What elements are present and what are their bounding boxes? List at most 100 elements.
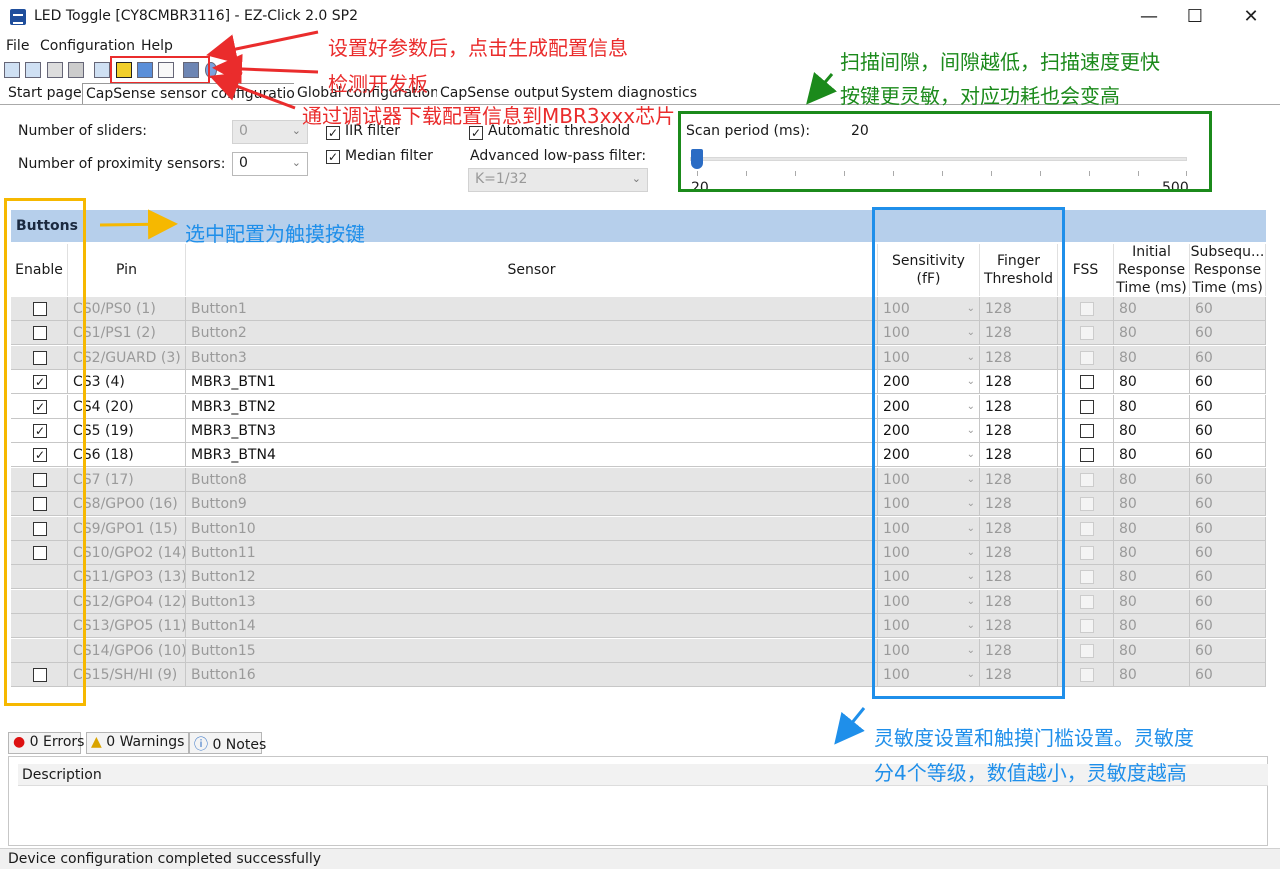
sensor-name-cell[interactable]: MBR3_BTN1 [186,370,878,395]
col-subsequent-response: Subsequ... Response Time (ms) [1190,244,1266,296]
close-button[interactable]: ✕ [1228,0,1274,34]
fss-checkbox[interactable] [1080,350,1094,365]
proximity-value: 0 [239,155,248,171]
initial-response-cell: 80 [1114,419,1190,443]
fss-cell [1058,663,1114,687]
lowpass-label: Advanced low-pass filter: [470,148,647,164]
scan-period-highlight-box [678,111,1212,192]
fss-checkbox[interactable] [1080,448,1094,463]
subsequent-response-cell: 60 [1190,589,1266,614]
fss-checkbox[interactable] [1080,399,1094,414]
sensor-name-cell[interactable]: MBR3_BTN4 [186,443,878,468]
median-filter-checkbox[interactable]: ✓ [326,150,340,164]
fss-cell [1058,321,1114,346]
fss-checkbox[interactable] [1080,643,1094,658]
table-row: ✓ CS4 (20) MBR3_BTN2 200 ⌄ 128 80 60 [11,394,1266,419]
fss-cell [1058,565,1114,590]
initial-response-cell: 80 [1114,394,1190,419]
fss-checkbox[interactable] [1080,668,1094,682]
tab-start-page[interactable]: Start page [5,83,85,105]
fss-checkbox[interactable] [1080,326,1094,341]
fss-cell [1058,370,1114,395]
sensor-name-cell: Button11 [186,541,878,565]
errors-count: 0 Errors [29,734,85,750]
notes-count: 0 Notes [212,737,267,753]
initial-response-cell: 80 [1114,516,1190,541]
initial-response-cell: 80 [1114,614,1190,639]
sensor-name-cell: Button16 [186,663,878,687]
arrow-scan [806,71,837,105]
status-bar: Device configuration completed successfu… [0,848,1280,869]
table-row: ✓ CS6 (18) MBR3_BTN4 200 ⌄ 128 80 60 [11,443,1266,468]
title-bar: LED Toggle [CY8CMBR3116] - EZ-Click 2.0 … [0,0,1280,34]
arrow-sensitivity [834,707,866,745]
subsequent-response-cell: 60 [1190,516,1266,541]
sensor-name-cell: Button15 [186,638,878,663]
warning-icon: ▲ [91,734,102,750]
arrow-detect [212,53,319,84]
proximity-label: Number of proximity sensors: [18,156,226,172]
median-filter-label: Median filter [345,148,433,164]
new-project-icon[interactable] [4,62,20,78]
menu-file[interactable]: File [6,38,29,54]
save-icon[interactable] [47,62,63,78]
sliders-label: Number of sliders: [18,123,147,139]
export-icon[interactable] [94,62,110,78]
initial-response-cell: 80 [1114,370,1190,395]
table-row: CS0/PS0 (1) Button1 100 ⌄ 128 80 60 [11,297,1266,321]
lowpass-select[interactable]: K=1/32 ⌄ [468,168,648,192]
subsequent-response-cell: 60 [1190,492,1266,517]
subsequent-response-cell: 60 [1190,345,1266,370]
warnings-tab[interactable]: ▲ 0 Warnings [86,732,189,754]
fss-cell [1058,541,1114,565]
chevron-down-icon: ⌄ [291,156,301,169]
initial-response-cell: 80 [1114,467,1190,492]
fss-checkbox[interactable] [1080,424,1094,438]
fss-checkbox[interactable] [1080,619,1094,634]
sensor-name-cell: Button2 [186,321,878,346]
proximity-select[interactable]: 0 ⌄ [232,152,308,176]
subsequent-response-cell: 60 [1190,614,1266,639]
annotation-scan-gap-line1: 扫描间隙，间隙越低，扫描速度更快 [840,50,1160,74]
window-title: LED Toggle [CY8CMBR3116] - EZ-Click 2.0 … [34,8,359,24]
fss-checkbox[interactable] [1080,594,1094,609]
fss-cell [1058,516,1114,541]
sensor-name-cell[interactable]: MBR3_BTN2 [186,394,878,419]
minimize-button[interactable]: — [1126,0,1172,34]
initial-response-cell: 80 [1114,565,1190,590]
fss-cell [1058,345,1114,370]
menu-configuration[interactable]: Configuration [40,38,135,54]
notes-tab[interactable]: ⓘ 0 Notes [189,732,266,754]
sliders-select[interactable]: 0 ⌄ [232,120,308,144]
info-icon: ⓘ [194,737,208,753]
maximize-button[interactable]: ☐ [1172,0,1218,34]
col-initial-response: Initial Response Time (ms) [1114,244,1190,296]
menu-help[interactable]: Help [141,38,173,54]
fss-checkbox[interactable] [1080,472,1094,487]
annotation-generate-config: 设置好参数后，点击生成配置信息 [328,36,628,60]
table-row: CS7 (17) Button8 100 ⌄ 128 80 60 [11,467,1266,492]
fss-cell [1058,419,1114,443]
subsequent-response-cell: 60 [1190,297,1266,321]
tab-capsense-sensor-configuration[interactable]: CapSense sensor configuration [82,83,308,105]
table-row: CS9/GPO1 (15) Button10 100 ⌄ 128 80 60 [11,516,1266,541]
subsequent-response-cell: 60 [1190,467,1266,492]
print-icon[interactable] [68,62,84,78]
initial-response-cell: 80 [1114,492,1190,517]
toolbar-highlight-box [110,56,210,84]
table-row: CS1/PS1 (2) Button2 100 ⌄ 128 80 60 [11,321,1266,346]
sensor-name-cell[interactable]: MBR3_BTN3 [186,419,878,443]
initial-response-cell: 80 [1114,345,1190,370]
fss-checkbox[interactable] [1080,302,1094,316]
errors-tab[interactable]: ● 0 Errors [8,732,84,754]
sensitivity-highlight-box [872,207,1065,699]
fss-checkbox[interactable] [1080,375,1094,390]
fss-checkbox[interactable] [1080,546,1094,560]
open-project-icon[interactable] [25,62,41,78]
fss-checkbox[interactable] [1080,521,1094,536]
sensor-name-cell: Button14 [186,614,878,639]
sensor-name-cell: Button9 [186,492,878,517]
fss-checkbox[interactable] [1080,497,1094,512]
fss-checkbox[interactable] [1080,570,1094,585]
subsequent-response-cell: 60 [1190,370,1266,395]
